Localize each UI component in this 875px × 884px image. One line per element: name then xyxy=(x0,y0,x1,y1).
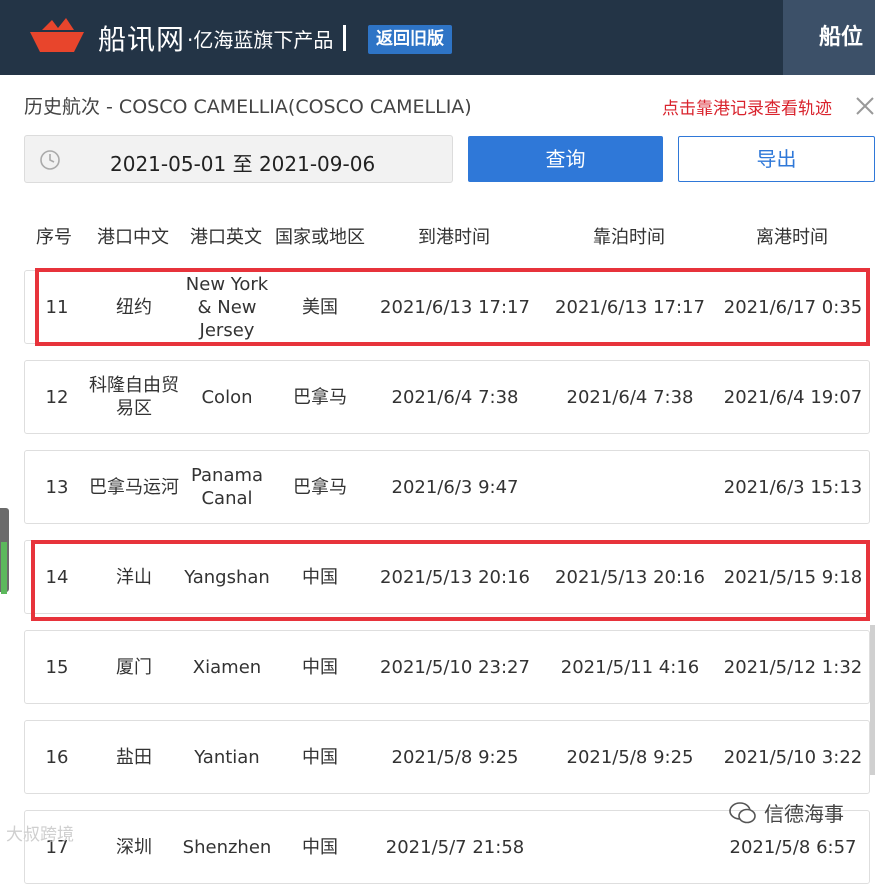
brand-name: 船讯网 xyxy=(98,23,186,56)
side-panel-indicator xyxy=(1,542,7,594)
cell-country: 巴拿马 xyxy=(293,476,347,498)
highlight-box-new-york xyxy=(35,268,870,346)
column-header-berthing: 靠泊时间 xyxy=(593,227,665,248)
cell-berthing: 2021/5/11 4:16 xyxy=(560,656,700,678)
cell-port-cn: 科隆自由贸易区 xyxy=(89,375,179,419)
date-range-picker[interactable]: 2021-05-01 至 2021-09-06 xyxy=(24,135,453,183)
brand-subtitle: ·亿海蓝旗下产品 xyxy=(187,27,334,52)
cell-country: 巴拿马 xyxy=(293,386,347,408)
table-row[interactable]: 16 盐田 Yantian 中国 2021/5/8 9:25 2021/5/8 … xyxy=(24,720,870,794)
cell-arrival: 2021/5/7 21:58 xyxy=(385,836,525,858)
tab-ship-position[interactable]: 船位 xyxy=(783,0,875,75)
back-to-old-version-button[interactable]: 返回旧版 xyxy=(368,25,452,54)
cell-departure: 2021/6/3 15:13 xyxy=(723,476,863,498)
track-hint-text: 点击靠港记录查看轨迹 xyxy=(662,99,832,119)
cell-index: 16 xyxy=(45,746,69,768)
page-title: 历史航次 - COSCO CAMELLIA(COSCO CAMELLIA) xyxy=(24,96,472,118)
query-button[interactable]: 查询 xyxy=(468,136,663,182)
cell-index: 12 xyxy=(45,386,69,408)
table-row[interactable]: 12 科隆自由贸易区 Colon 巴拿马 2021/6/4 7:38 2021/… xyxy=(24,360,870,434)
side-panel-handle[interactable] xyxy=(0,508,9,594)
column-header-port-en: 港口英文 xyxy=(190,227,262,248)
date-range-value: 2021-05-01 至 2021-09-06 xyxy=(110,152,376,176)
cell-country: 中国 xyxy=(302,656,338,678)
cell-port-en: Shenzhen xyxy=(182,836,272,858)
column-header-index: 序号 xyxy=(36,227,72,248)
cell-index: 15 xyxy=(45,656,69,678)
boat-logo-icon xyxy=(30,18,84,52)
watermark-right: 信德海事 xyxy=(728,798,844,827)
cell-berthing: 2021/6/4 7:38 xyxy=(566,386,694,408)
cell-port-cn: 巴拿马运河 xyxy=(89,476,179,498)
cell-departure: 2021/5/10 3:22 xyxy=(723,746,863,768)
column-header-country: 国家或地区 xyxy=(275,227,365,248)
cell-country: 中国 xyxy=(302,836,338,858)
cell-port-cn: 盐田 xyxy=(116,746,152,768)
cell-arrival: 2021/6/4 7:38 xyxy=(391,386,519,408)
cell-port-cn: 厦门 xyxy=(116,656,152,678)
column-header-departure: 离港时间 xyxy=(756,227,828,248)
cell-index: 13 xyxy=(45,476,69,498)
export-button[interactable]: 导出 xyxy=(678,136,875,182)
cell-country: 中国 xyxy=(302,746,338,768)
cell-port-cn: 深圳 xyxy=(116,836,152,858)
brand-divider xyxy=(343,25,347,51)
cell-berthing xyxy=(545,811,715,883)
top-bar: 船讯网 ·亿海蓝旗下产品 返回旧版 船位 xyxy=(0,0,875,75)
watermark-right-text: 信德海事 xyxy=(764,802,844,826)
watermark-left: 大叔跨境 xyxy=(6,825,74,845)
cell-berthing xyxy=(545,451,715,523)
cell-departure: 2021/5/12 1:32 xyxy=(723,656,863,678)
highlight-box-yangshan xyxy=(31,540,870,621)
wechat-icon xyxy=(729,801,756,823)
cell-arrival: 2021/6/3 9:47 xyxy=(391,476,519,498)
table-row[interactable]: 15 厦门 Xiamen 中国 2021/5/10 23:27 2021/5/1… xyxy=(24,630,870,704)
cell-berthing: 2021/5/8 9:25 xyxy=(566,746,694,768)
cell-arrival: 2021/5/8 9:25 xyxy=(391,746,519,768)
clock-icon xyxy=(40,150,60,170)
cell-port-en: Panama Canal xyxy=(190,465,264,509)
table-row[interactable]: 13 巴拿马运河 Panama Canal 巴拿马 2021/6/3 9:47 … xyxy=(24,450,870,524)
cell-port-en: Xiamen xyxy=(192,656,262,678)
cell-departure: 2021/6/4 19:07 xyxy=(723,386,863,408)
cell-arrival: 2021/5/10 23:27 xyxy=(380,656,530,678)
cell-port-en: Yantian xyxy=(194,746,260,768)
column-header-arrival: 到港时间 xyxy=(418,227,490,248)
brand: 船讯网 ·亿海蓝旗下产品 xyxy=(98,18,358,58)
column-header-port-cn: 港口中文 xyxy=(97,227,169,248)
close-icon[interactable] xyxy=(854,95,875,117)
cell-port-en: Colon xyxy=(201,386,253,408)
scrollbar-thumb[interactable] xyxy=(870,625,875,775)
